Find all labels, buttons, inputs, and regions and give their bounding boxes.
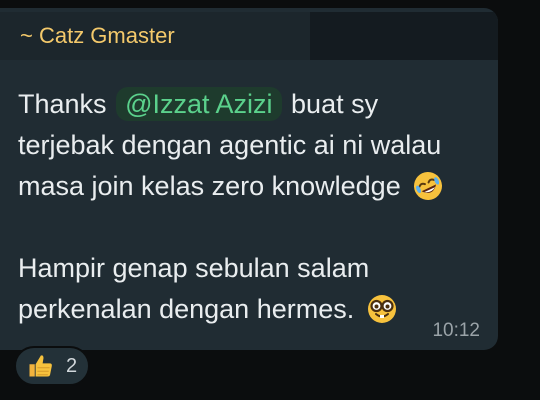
message-line: perkenalan dengan hermes. — [18, 289, 488, 330]
message-text-segment: Hampir genap sebulan salam — [18, 253, 370, 283]
thumbs-up-icon — [29, 355, 52, 377]
message-text-segment: buat sy — [291, 89, 379, 119]
reaction-count: 2 — [66, 354, 78, 377]
message-line: Thanks @Izzat Azizi buat sy — [18, 84, 488, 125]
mention-chip[interactable]: @Izzat Azizi — [116, 87, 282, 121]
message-text-segment: Thanks — [18, 89, 107, 119]
rolling-on-floor-laughing-icon — [414, 172, 443, 200]
message-line: Hampir genap sebulan salam — [18, 248, 488, 289]
message-timestamp: 10:12 — [432, 320, 480, 341]
message-text-segment: perkenalan dengan hermes. — [18, 294, 355, 324]
message-text: Thanks @Izzat Azizi buat sy terjebak den… — [18, 84, 488, 330]
sender-header: ~ Catz Gmaster — [0, 12, 498, 60]
message-text-segment: terjebak dengan agentic ai ni walau — [18, 130, 442, 160]
sender-header-shade — [310, 12, 498, 60]
message-line: masa join kelas zero knowledge — [18, 166, 488, 207]
message-line: terjebak dengan agentic ai ni walau — [18, 125, 488, 166]
message-bubble[interactable]: ~ Catz Gmaster Thanks @Izzat Azizi buat … — [0, 8, 498, 350]
message-text-segment: masa join kelas zero knowledge — [18, 171, 401, 201]
nerd-face-icon — [367, 295, 396, 323]
reaction-badge[interactable]: 2 — [14, 346, 90, 386]
chat-view: ~ Catz Gmaster Thanks @Izzat Azizi buat … — [0, 0, 540, 400]
sender-name[interactable]: ~ Catz Gmaster — [20, 23, 175, 49]
